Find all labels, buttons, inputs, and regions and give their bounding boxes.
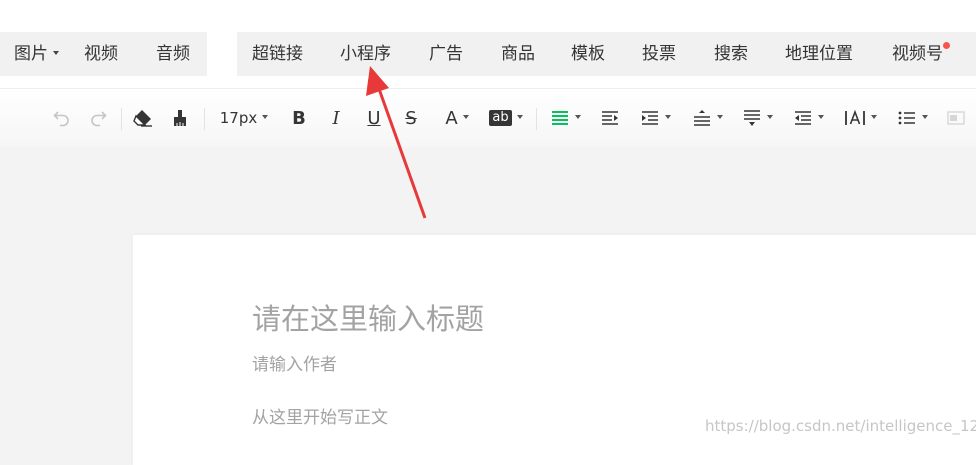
- annotation-arrow-head: [366, 66, 389, 96]
- annotation-arrow-shaft: [376, 85, 427, 219]
- annotation-arrow: [366, 66, 427, 219]
